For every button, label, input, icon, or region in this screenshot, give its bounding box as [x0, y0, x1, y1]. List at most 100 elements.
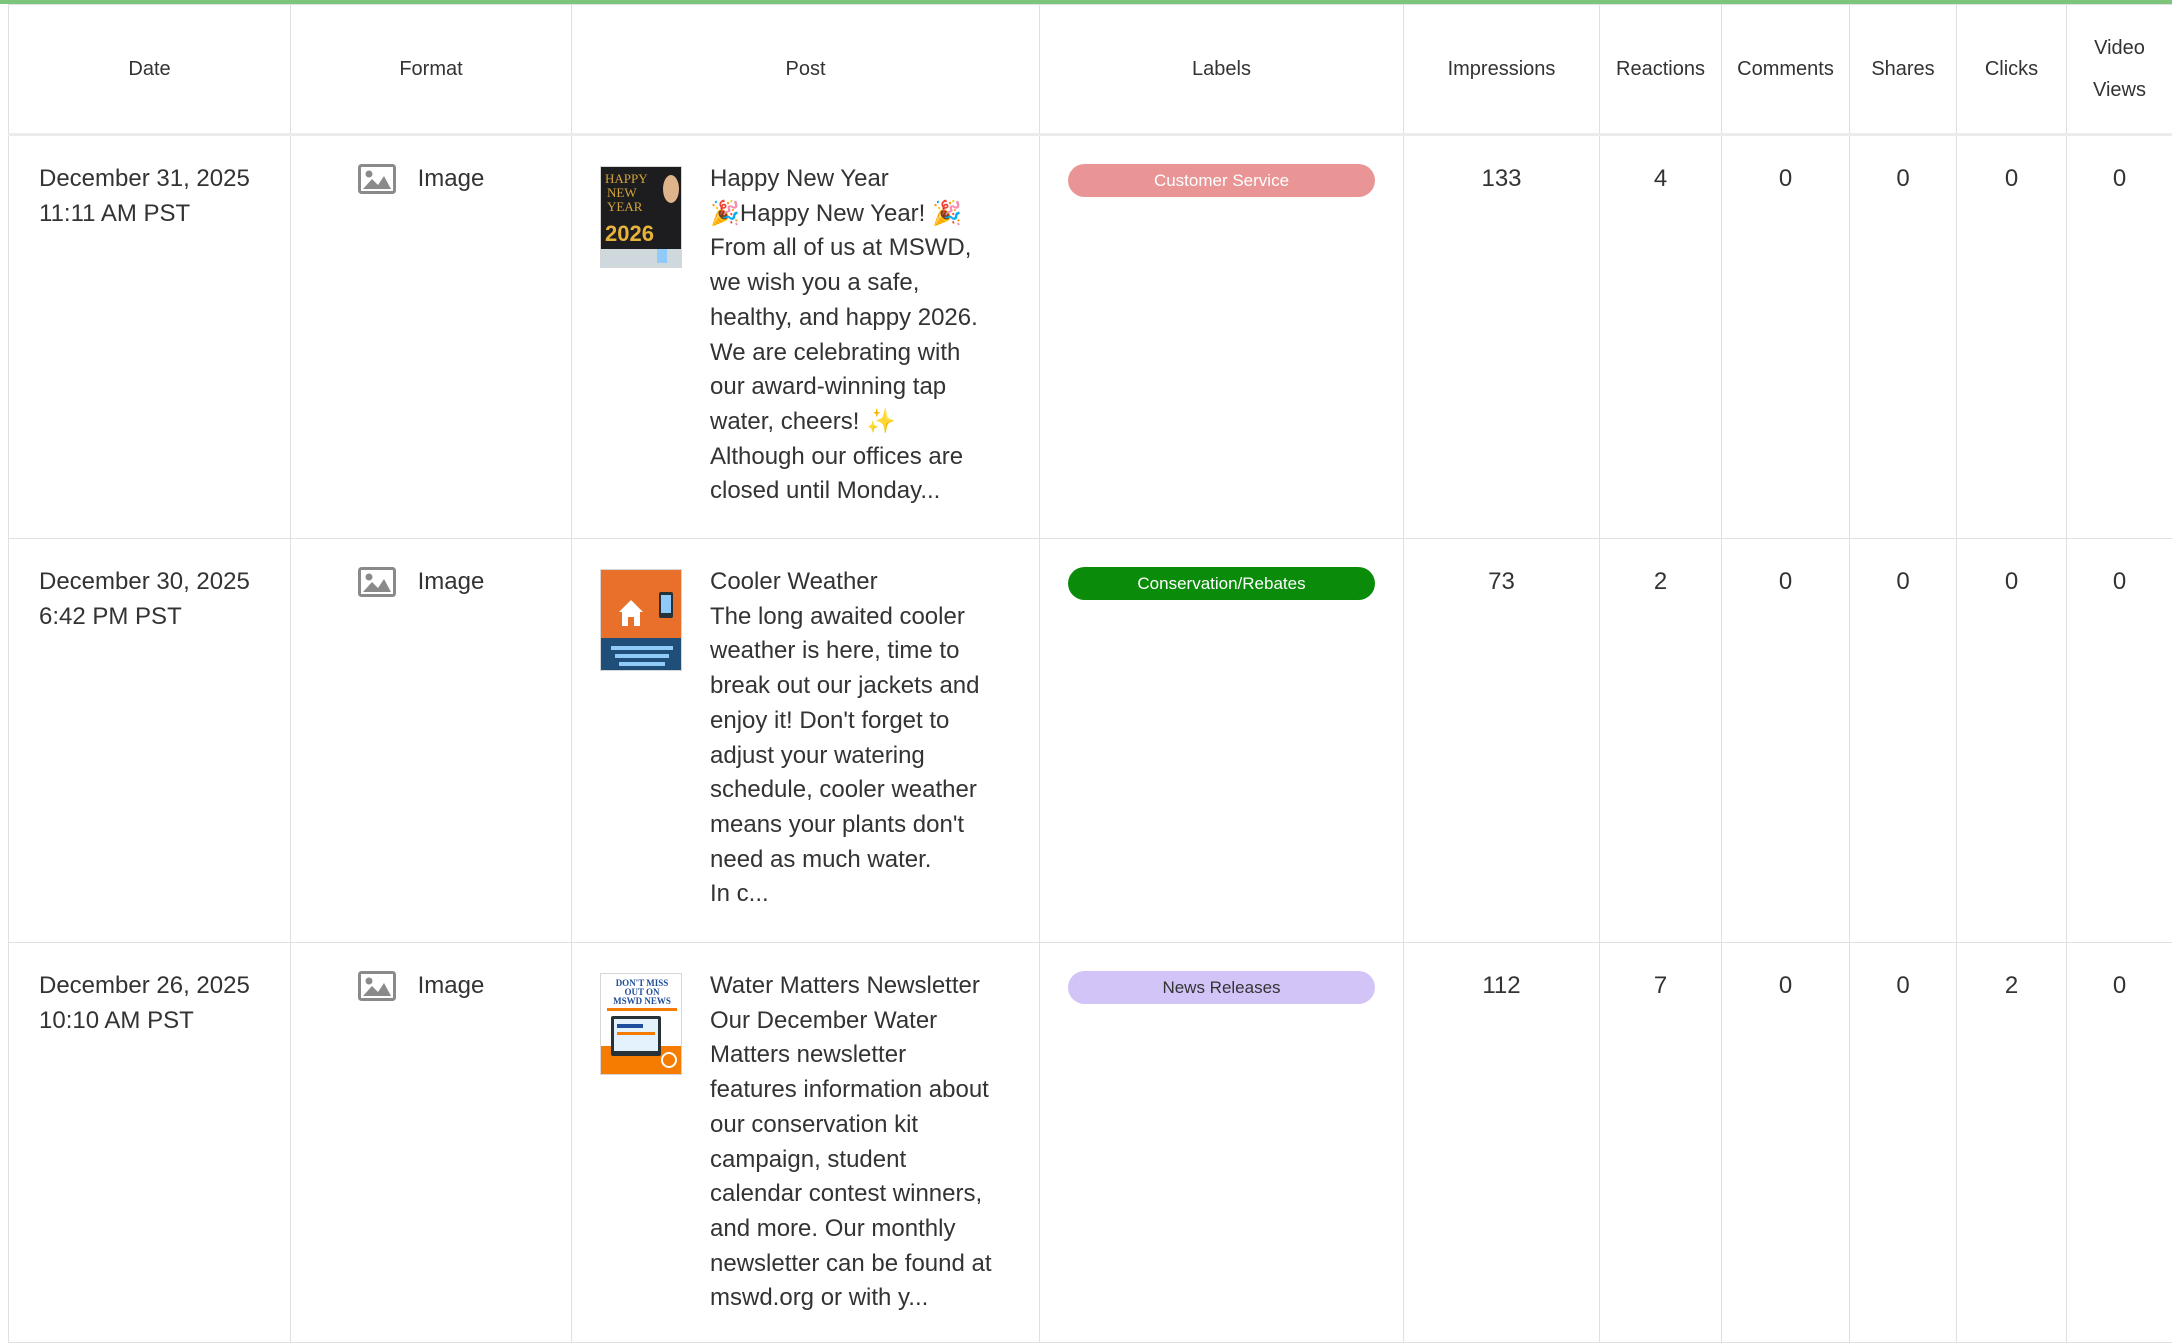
post-line: schedule, cooler weather — [710, 773, 980, 808]
clicks-cell: 0 — [1957, 135, 2067, 539]
thumb-text: NEW — [607, 185, 637, 200]
col-header-post[interactable]: Post — [572, 5, 1040, 135]
post-line: calendar contest winners, — [710, 1177, 992, 1212]
post-thumbnail-newsletter[interactable]: DON'T MISS OUT ON MSWD NEWS — [600, 973, 682, 1075]
video-views-cell: 0 — [2067, 943, 2172, 1343]
date-cell: December 31, 2025 11:11 AM PST — [9, 135, 291, 539]
col-header-video-views-line2: Views — [2093, 79, 2146, 101]
thumb-text: 2026 — [605, 221, 654, 246]
post-line: newsletter can be found at — [710, 1247, 992, 1282]
comments-cell: 0 — [1722, 135, 1850, 539]
col-header-reactions[interactable]: Reactions — [1600, 5, 1722, 135]
post-line: Our December Water — [710, 1004, 992, 1039]
post-line: Matters newsletter — [710, 1038, 992, 1073]
post-thumbnail-cooler-weather[interactable] — [600, 569, 682, 671]
col-header-video-views-line1: Video — [2094, 37, 2145, 59]
shares-cell: 0 — [1850, 135, 1957, 539]
comments-cell: 0 — [1722, 943, 1850, 1343]
date-cell: December 26, 2025 10:10 AM PST — [9, 943, 291, 1343]
reactions-cell: 2 — [1600, 539, 1722, 943]
post-title: Cooler Weather — [710, 565, 980, 600]
posts-table: Date Format Post Labels Impressions Reac… — [8, 4, 2172, 1343]
post-text: Cooler Weather The long awaited cooler w… — [710, 565, 980, 912]
post-cell[interactable]: DON'T MISS OUT ON MSWD NEWS — [572, 943, 1040, 1343]
post-line: mswd.org or with y... — [710, 1281, 992, 1316]
clicks-cell: 0 — [1957, 539, 2067, 943]
format-label: Image — [418, 565, 485, 600]
label-badge[interactable]: Customer Service — [1068, 164, 1375, 197]
format-cell: Image — [291, 943, 572, 1343]
label-badge[interactable]: Conservation/Rebates — [1068, 567, 1375, 600]
post-line: our conservation kit — [710, 1108, 992, 1143]
col-header-shares[interactable]: Shares — [1850, 5, 1957, 135]
col-header-clicks[interactable]: Clicks — [1957, 5, 2067, 135]
impressions-cell: 73 — [1404, 539, 1600, 943]
table-row[interactable]: December 30, 2025 6:42 PM PST Image — [9, 539, 2172, 943]
post-time: 6:42 PM PST — [39, 600, 289, 635]
post-line: our award-winning tap — [710, 370, 978, 405]
post-line: break out our jackets and — [710, 669, 980, 704]
post-line: features information about — [710, 1073, 992, 1108]
post-line: we wish you a safe, — [710, 266, 978, 301]
table-header-row: Date Format Post Labels Impressions Reac… — [9, 5, 2172, 135]
table-row[interactable]: December 31, 2025 11:11 AM PST Image — [9, 135, 2172, 539]
post-time: 11:11 AM PST — [39, 197, 289, 232]
labels-cell: Conservation/Rebates — [1040, 539, 1404, 943]
labels-cell: News Releases — [1040, 943, 1404, 1343]
post-line: campaign, student — [710, 1143, 992, 1178]
format-label: Image — [418, 969, 485, 1004]
post-line: weather is here, time to — [710, 634, 980, 669]
post-line: From all of us at MSWD, — [710, 231, 978, 266]
post-cell[interactable]: HAPPY NEW YEAR 2026 Happy New Year 🎉Happ… — [572, 135, 1040, 539]
col-header-date[interactable]: Date — [9, 5, 291, 135]
post-line: need as much water. — [710, 843, 980, 878]
image-icon — [358, 164, 396, 194]
post-line: 🎉Happy New Year! 🎉 — [710, 197, 978, 232]
post-line: We are celebrating with — [710, 336, 978, 371]
format-cell: Image — [291, 135, 572, 539]
post-text: Water Matters Newsletter Our December Wa… — [710, 969, 992, 1316]
video-views-cell: 0 — [2067, 539, 2172, 943]
col-header-labels[interactable]: Labels — [1040, 5, 1404, 135]
post-cell[interactable]: Cooler Weather The long awaited cooler w… — [572, 539, 1040, 943]
labels-cell: Customer Service — [1040, 135, 1404, 539]
col-header-comments[interactable]: Comments — [1722, 5, 1850, 135]
post-date: December 31, 2025 — [39, 162, 289, 197]
col-header-video-views[interactable]: Video Views — [2067, 5, 2172, 135]
impressions-cell: 112 — [1404, 943, 1600, 1343]
date-cell: December 30, 2025 6:42 PM PST — [9, 539, 291, 943]
post-line: In c... — [710, 877, 980, 912]
post-line: water, cheers! ✨ — [710, 405, 978, 440]
post-line: means your plants don't — [710, 808, 980, 843]
post-line: enjoy it! Don't forget to — [710, 704, 980, 739]
thumb-text: YEAR — [607, 199, 643, 214]
post-line: The long awaited cooler — [710, 600, 980, 635]
post-title: Happy New Year — [710, 162, 978, 197]
col-header-impressions[interactable]: Impressions — [1404, 5, 1600, 135]
shares-cell: 0 — [1850, 539, 1957, 943]
table-row[interactable]: December 26, 2025 10:10 AM PST Image — [9, 943, 2172, 1343]
format-label: Image — [418, 162, 485, 197]
video-views-cell: 0 — [2067, 135, 2172, 539]
thumb-text: HAPPY — [605, 171, 648, 186]
reactions-cell: 7 — [1600, 943, 1722, 1343]
post-line: closed until Monday... — [710, 474, 978, 509]
post-thumbnail-new-year[interactable]: HAPPY NEW YEAR 2026 — [600, 166, 682, 268]
post-performance-page: Date Format Post Labels Impressions Reac… — [0, 0, 2172, 1341]
col-header-format[interactable]: Format — [291, 5, 572, 135]
post-time: 10:10 AM PST — [39, 1004, 289, 1039]
label-badge[interactable]: News Releases — [1068, 971, 1375, 1004]
post-text: Happy New Year 🎉Happy New Year! 🎉 From a… — [710, 162, 978, 509]
post-line: adjust your watering — [710, 739, 980, 774]
impressions-cell: 133 — [1404, 135, 1600, 539]
post-line: healthy, and happy 2026. — [710, 301, 978, 336]
clicks-cell: 2 — [1957, 943, 2067, 1343]
shares-cell: 0 — [1850, 943, 1957, 1343]
thumb-text: MSWD NEWS — [613, 996, 671, 1006]
comments-cell: 0 — [1722, 539, 1850, 943]
image-icon — [358, 971, 396, 1001]
post-title: Water Matters Newsletter — [710, 969, 992, 1004]
reactions-cell: 4 — [1600, 135, 1722, 539]
image-icon — [358, 567, 396, 597]
format-cell: Image — [291, 539, 572, 943]
